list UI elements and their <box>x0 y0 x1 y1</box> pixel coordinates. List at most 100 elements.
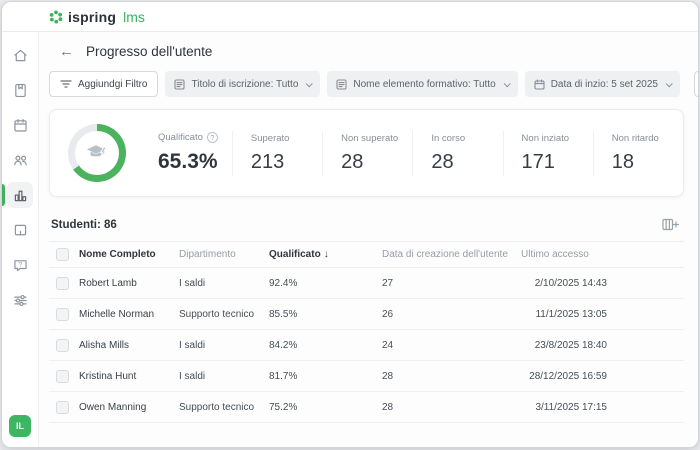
stat-value: 65.3% <box>158 150 218 174</box>
main-content: ← Progresso dell'utente Aggiundgi Filtro <box>39 32 698 447</box>
top-bar: ispring lms <box>2 2 698 32</box>
filter-chip-label: Titolo di iscrizione: Tutto <box>191 79 298 90</box>
cell-name: Michelle Norman <box>79 309 179 320</box>
table-row[interactable]: Michelle Norman Supporto tecnico 85.5% 2… <box>49 299 684 330</box>
stat-not-started: Non inziato 171 <box>503 131 593 176</box>
cell-last-access: 3/11/2025 17:15 <box>521 402 684 413</box>
ispring-logo-icon <box>49 10 63 24</box>
sidebar-item-courses[interactable] <box>2 76 38 104</box>
chevron-down-icon <box>666 80 673 87</box>
chevron-down-icon <box>503 80 510 87</box>
row-checkbox[interactable] <box>56 401 69 414</box>
stat-in-progress: In corso 28 <box>412 131 502 176</box>
filter-toolbar: Aggiundgi Filtro Titolo di iscrizione: T… <box>39 63 698 97</box>
row-checkbox[interactable] <box>56 308 69 321</box>
cell-created: 27 <box>382 278 521 289</box>
stat-value: 28 <box>431 151 488 174</box>
cell-last-access: 28/12/2025 16:59 <box>521 371 684 382</box>
cell-department: I saldi <box>179 278 269 289</box>
column-header-name[interactable]: Nome Completo <box>79 249 179 260</box>
cell-name: Alisha Mills <box>79 340 179 351</box>
book-icon <box>7 77 33 103</box>
column-header-created[interactable]: Data di creazione dell'utente <box>382 249 521 260</box>
sidebar-item-calendar[interactable] <box>2 111 38 139</box>
select-all-checkbox[interactable] <box>56 248 69 261</box>
progress-summary-card: Qualificato ? 65.3% Superato 213 Non sup… <box>49 109 684 197</box>
cell-name: Owen Manning <box>79 402 179 413</box>
cell-department: Supporto tecnico <box>179 402 269 413</box>
home-icon <box>7 42 33 68</box>
sidebar-item-kiosk[interactable] <box>2 216 38 244</box>
column-header-qualified[interactable]: Qualificato↓ <box>269 249 382 260</box>
page-header: ← Progresso dell'utente <box>39 32 698 63</box>
table-row[interactable]: Owen Manning Supporto tecnico 75.2% 28 3… <box>49 392 684 423</box>
stat-value: 213 <box>251 151 308 174</box>
cell-department: Supporto tecnico <box>179 309 269 320</box>
column-header-last-access[interactable]: Ultimo accesso <box>521 249 684 260</box>
bar-chart-icon <box>7 182 33 208</box>
info-icon[interactable]: ? <box>207 132 218 143</box>
sidebar-item-home[interactable] <box>2 41 38 69</box>
manage-columns-button[interactable] <box>660 216 681 233</box>
cell-last-access: 11/1/2025 13:05 <box>521 309 684 320</box>
cell-name: Kristina Hunt <box>79 371 179 382</box>
brand-product: lms <box>123 9 145 25</box>
enrollment-doc-icon <box>174 79 185 90</box>
page-title: Progresso dell'utente <box>86 44 212 59</box>
add-filter-button[interactable]: Aggiundgi Filtro <box>49 71 158 97</box>
filter-chip-start-date[interactable]: Data di inzio: 5 set 2025 <box>525 71 680 97</box>
cell-qualified: 84.2% <box>269 340 382 351</box>
cell-qualified: 92.4% <box>269 278 382 289</box>
svg-text:?: ? <box>18 261 22 268</box>
sliders-icon <box>7 287 33 313</box>
sidebar-item-reports[interactable] <box>2 181 38 209</box>
stat-value: 171 <box>522 151 579 174</box>
cell-created: 28 <box>382 371 521 382</box>
export-button[interactable]: Exporta <box>694 71 699 97</box>
calendar-icon <box>534 79 545 90</box>
stat-label: Non superato <box>341 133 398 144</box>
cell-department: I saldi <box>179 371 269 382</box>
stat-value: 18 <box>612 151 669 174</box>
stat-label: Non inziato <box>522 133 570 144</box>
table-row[interactable]: Kristina Hunt I saldi 81.7% 28 28/12/202… <box>49 361 684 392</box>
learning-item-doc-icon <box>336 79 347 90</box>
stat-passed: Superato 213 <box>232 131 322 176</box>
filter-chip-learning-item[interactable]: Nome elemento formativo: Tutto <box>327 71 517 97</box>
stat-qualified: Qualificato ? 65.3% <box>140 130 232 176</box>
stat-value: 28 <box>341 151 398 174</box>
students-count-title: Studenti: 86 <box>51 219 117 231</box>
filter-chip-label: Data di inzio: 5 set 2025 <box>551 79 658 90</box>
cell-name: Robert Lamb <box>79 278 179 289</box>
table-row[interactable]: Robert Lamb I saldi 92.4% 27 2/10/2025 1… <box>49 268 684 299</box>
cell-qualified: 81.7% <box>269 371 382 382</box>
sidebar-item-help[interactable]: ? <box>2 251 38 279</box>
add-filter-label: Aggiundgi Filtro <box>78 79 147 90</box>
filter-chip-enrollment[interactable]: Titolo di iscrizione: Tutto <box>165 71 320 97</box>
sidebar-item-settings[interactable] <box>2 286 38 314</box>
table-row[interactable]: Alisha Mills I saldi 84.2% 24 23/8/2025 … <box>49 330 684 361</box>
row-checkbox[interactable] <box>56 277 69 290</box>
students-table-section: Studenti: 86 Nome Completo Dipartimento <box>49 216 684 447</box>
stat-label: Superato <box>251 133 290 144</box>
column-header-department[interactable]: Dipartimento <box>179 249 269 260</box>
row-checkbox[interactable] <box>56 370 69 383</box>
sidebar-nav: ? IL <box>2 32 39 447</box>
back-arrow-icon[interactable]: ← <box>59 44 74 59</box>
users-icon <box>7 147 33 173</box>
sort-desc-icon: ↓ <box>324 249 329 260</box>
qualified-donut-ring <box>68 124 126 182</box>
stat-label: Non ritardo <box>612 133 659 144</box>
cell-qualified: 85.5% <box>269 309 382 320</box>
cell-created: 26 <box>382 309 521 320</box>
sidebar-item-users[interactable] <box>2 146 38 174</box>
stat-label: Qualificato <box>158 132 203 143</box>
brand-name: ispring <box>68 9 116 25</box>
table-header-row: Nome Completo Dipartimento Qualificato↓ … <box>49 241 684 268</box>
cell-created: 28 <box>382 402 521 413</box>
stat-overdue: Non ritardo 18 <box>593 131 683 176</box>
app-window: ispring lms <box>1 1 699 448</box>
user-avatar[interactable]: IL <box>9 415 31 437</box>
graduation-cap-icon <box>68 124 126 182</box>
row-checkbox[interactable] <box>56 339 69 352</box>
